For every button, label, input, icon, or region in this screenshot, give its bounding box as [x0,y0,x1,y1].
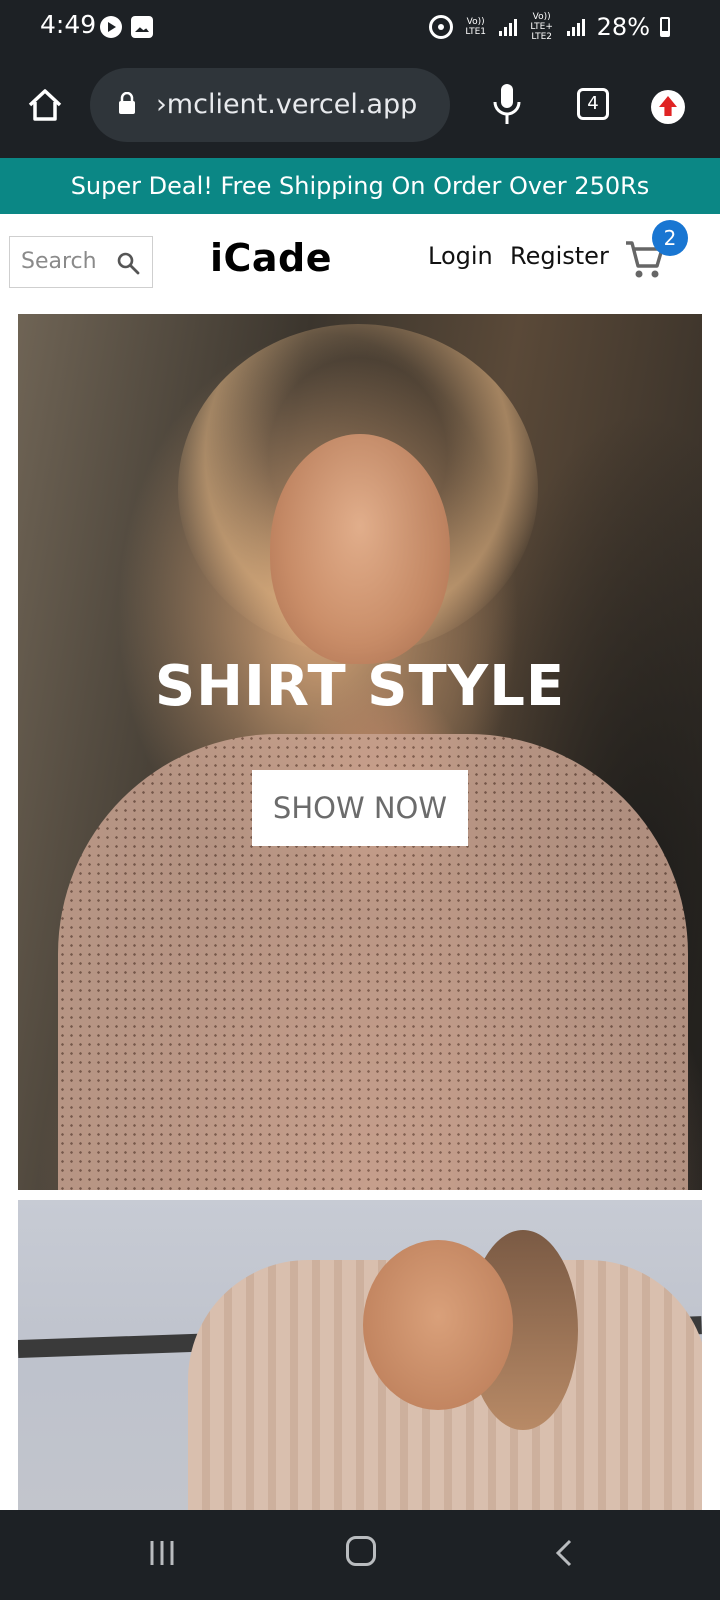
site-header: Search iCade Login Register 2 [0,214,720,310]
search-input[interactable]: Search [9,236,153,288]
sim1-label: Vo)) LTE1 [465,17,486,37]
home-icon[interactable] [26,86,64,124]
system-nav-bar [0,1510,720,1600]
url-text: ›mclient.vercel.app [156,89,418,120]
recent-apps-icon[interactable] [148,1538,176,1568]
second-banner [18,1200,702,1510]
browser-toolbar: ›mclient.vercel.app 4 [0,52,720,158]
signal-icon [498,18,517,36]
battery-level: 28% [596,13,650,41]
show-now-button[interactable]: SHOW NOW [252,770,468,846]
url-field[interactable]: ›mclient.vercel.app [90,68,450,142]
register-link[interactable]: Register [510,242,609,270]
status-bar: 4:49 Vo)) LTE1 Vo)) LTE+ LTE2 28% [0,0,720,52]
status-time: 4:49 [40,10,97,39]
tabs-icon[interactable]: 4 [577,88,609,120]
mic-icon[interactable] [490,82,524,126]
hero-image-face [270,434,450,664]
announcement-bar: Super Deal! Free Shipping On Order Over … [0,158,720,214]
extension-update-icon[interactable] [651,90,685,124]
hotspot-icon [428,15,453,39]
play-notification-icon [100,16,122,38]
banner-image-face [363,1240,513,1410]
signal-icon [566,18,585,36]
status-indicators: Vo)) LTE1 Vo)) LTE+ LTE2 28% [428,12,670,42]
cart-count-badge: 2 [652,220,688,256]
gallery-notification-icon [131,16,153,38]
battery-icon [660,17,670,37]
login-link[interactable]: Login [428,242,493,270]
search-placeholder: Search [21,249,97,274]
hero-title: SHIRT STYLE [154,654,566,719]
back-icon[interactable] [552,1538,576,1568]
lock-icon [119,92,135,114]
home-icon[interactable] [346,1536,376,1566]
sim2-label: Vo)) LTE+ LTE2 [530,12,553,42]
hero-banner: SHIRT STYLE SHOW NOW [18,314,702,1190]
search-icon[interactable] [116,251,140,275]
site-logo[interactable]: iCade [210,236,332,280]
